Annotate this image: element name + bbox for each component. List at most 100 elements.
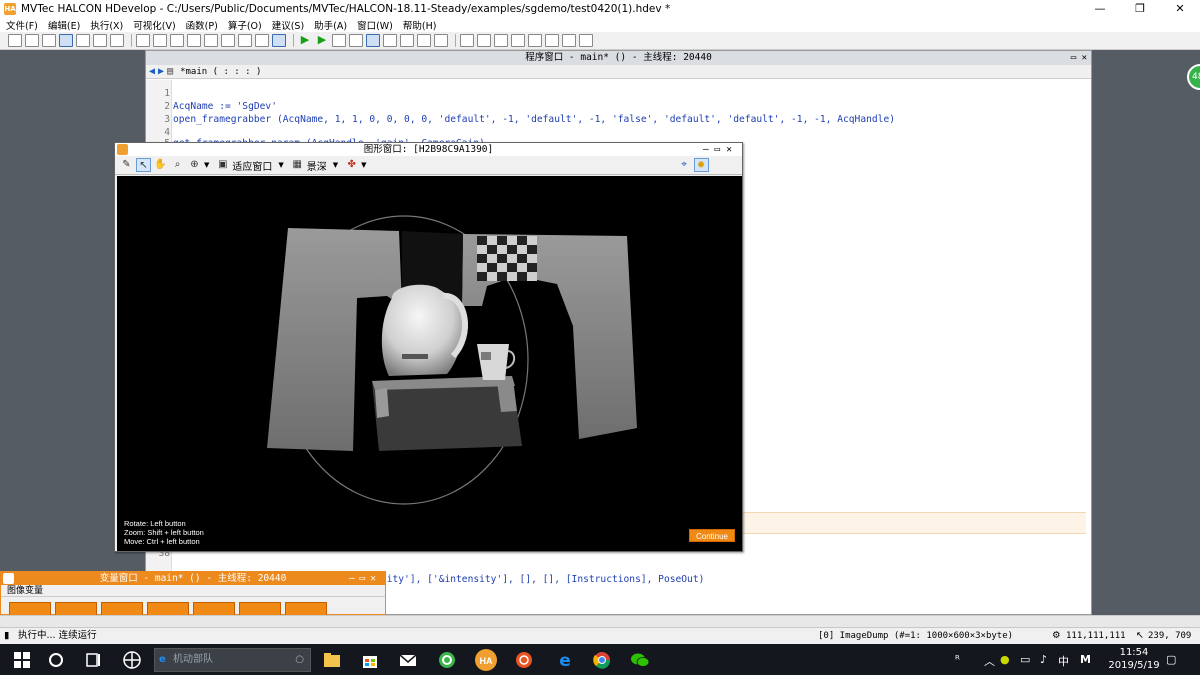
uncomment-icon[interactable] [238,34,252,47]
menu-procedures[interactable]: 函数(P) [186,18,218,32]
image-variable-thumbnail[interactable] [55,602,97,616]
fit-window-icon[interactable]: ▣ [215,158,230,172]
store-icon[interactable] [360,650,380,670]
minimize-button[interactable]: — [1080,0,1120,18]
image-variable-thumbnail[interactable] [147,602,189,616]
depth-icon[interactable]: ▦ [290,158,305,172]
task-view-icon[interactable] [83,650,103,670]
chevron-down-icon[interactable]: ▼ [278,161,283,169]
maximize-button[interactable]: ❐ [1120,0,1160,18]
redo-icon[interactable] [204,34,218,47]
feature-histogram-icon[interactable] [511,34,525,47]
feature-inspection-icon[interactable] [528,34,542,47]
menu-window[interactable]: 窗口(W) [357,18,393,32]
network-icon[interactable]: ▭ [1020,653,1030,666]
windows-start-icon[interactable] [12,650,32,670]
taskbar-search-box[interactable]: e 机动部队 ○ [154,648,311,672]
graphics-window-controls[interactable]: —▭✕ [703,143,738,156]
bookmark-icon[interactable] [110,34,124,47]
menu-suggestions[interactable]: 建议(S) [272,18,304,32]
menu-assistants[interactable]: 助手(A) [314,18,347,32]
edge-icon[interactable]: e [555,650,575,670]
chrome-icon[interactable] [592,650,612,670]
cut-icon[interactable] [136,34,150,47]
zoom-icon[interactable]: ⊕ [187,158,202,172]
fit-window-button[interactable]: 适应窗口 [232,158,272,173]
chevron-down-icon[interactable]: ▼ [361,161,366,169]
color-icon[interactable]: ✤ [344,158,359,172]
menu-visualize[interactable]: 可视化(V) [133,18,175,32]
gray-histogram-icon[interactable] [562,34,576,47]
file-explorer-icon[interactable] [322,650,342,670]
procedure-icon[interactable] [272,34,286,47]
menu-edit[interactable]: 编辑(E) [48,18,80,32]
halcon-taskbar-icon[interactable]: HA [474,648,498,672]
notifications-icon[interactable]: ▢ [1166,653,1176,666]
program-window-close-button[interactable]: ▭ ✕ [1071,51,1087,65]
save-icon[interactable] [59,34,73,47]
find-icon[interactable] [255,34,269,47]
tray-expand-icon[interactable]: ︿ [984,653,995,669]
pointer-icon[interactable]: ↖ [136,158,151,172]
horizontal-scrollbar[interactable] [0,615,1200,627]
magnifier-icon[interactable]: ⌕ [170,158,185,172]
tray-app-icon[interactable]: ● [1000,653,1010,666]
run-to-icon[interactable] [93,34,107,47]
pinwheel-app-icon[interactable] [122,650,142,670]
open-example-icon[interactable] [42,34,56,47]
image-variable-thumbnail[interactable] [193,602,235,616]
image-variable-thumbnail[interactable] [285,602,327,616]
step-out-icon[interactable] [400,34,414,47]
hand-icon[interactable]: ✋ [153,158,168,172]
3d-point-cloud-canvas[interactable]: Rotate: Left button Zoom: Shift + left b… [117,176,742,551]
ime-indicator[interactable]: 中 [1058,653,1069,669]
zoom-window-icon[interactable] [460,34,474,47]
undo-icon[interactable] [187,34,201,47]
histogram-icon[interactable] [477,34,491,47]
edit-icon[interactable]: ✎ [119,158,134,172]
procedure-selector[interactable]: *main ( : : : ) [180,67,261,77]
code-line[interactable]: 3 open_framegrabber (AcqName, 1, 1, 0, 0,… [146,113,1086,126]
print-icon[interactable] [76,34,90,47]
menu-file[interactable]: 文件(F) [6,18,38,32]
line-profile-icon[interactable] [494,34,508,47]
cortana-icon[interactable] [46,650,66,670]
back-arrow-icon[interactable]: ◀ [149,66,155,77]
volume-icon[interactable]: ♪ [1040,653,1047,666]
run-icon[interactable]: ▶ [298,34,312,47]
depth-button[interactable]: 景深 [307,158,327,173]
new-file-icon[interactable] [8,34,22,47]
code-line[interactable]: 1 [146,87,1086,100]
code-line[interactable]: 2 AcqName := 'SgDev' [146,100,1086,113]
pixel-info-icon[interactable]: ⌖ [677,158,692,172]
wechat-icon[interactable] [630,650,650,670]
taskbar-clock[interactable]: 11:54 2019/5/19 [1104,646,1164,672]
ubuntu-icon[interactable] [514,650,534,670]
chevron-down-icon[interactable]: ▼ [204,161,209,169]
step-over-icon[interactable] [332,34,346,47]
stop-icon[interactable] [366,34,380,47]
run-step-icon[interactable]: ▶ [315,34,329,47]
360-browser-icon[interactable] [437,650,457,670]
paste-icon[interactable] [170,34,184,47]
step-into-icon[interactable] [383,34,397,47]
close-button[interactable]: ✕ [1160,0,1200,18]
comment-icon[interactable] [221,34,235,47]
menu-execute[interactable]: 执行(X) [90,18,123,32]
image-variable-thumbnail[interactable] [239,602,281,616]
step-back-icon[interactable] [349,34,363,47]
bulb-icon[interactable]: ✹ [693,158,709,172]
open-file-icon[interactable] [25,34,39,47]
mail-icon[interactable] [398,650,418,670]
measure-icon[interactable] [579,34,593,47]
variable-window-controls[interactable]: —▭✕ [349,572,381,585]
profiler-icon[interactable] [434,34,448,47]
ime-mode-icon[interactable]: M [1080,653,1091,666]
copy-icon[interactable] [153,34,167,47]
people-icon[interactable]: ᴿ [955,653,960,666]
print-program-icon[interactable]: ▤ [167,66,173,77]
image-variable-thumbnail[interactable] [9,602,51,616]
image-variable-thumbnail[interactable] [101,602,143,616]
reset-icon[interactable] [417,34,431,47]
menu-help[interactable]: 帮助(H) [403,18,437,32]
